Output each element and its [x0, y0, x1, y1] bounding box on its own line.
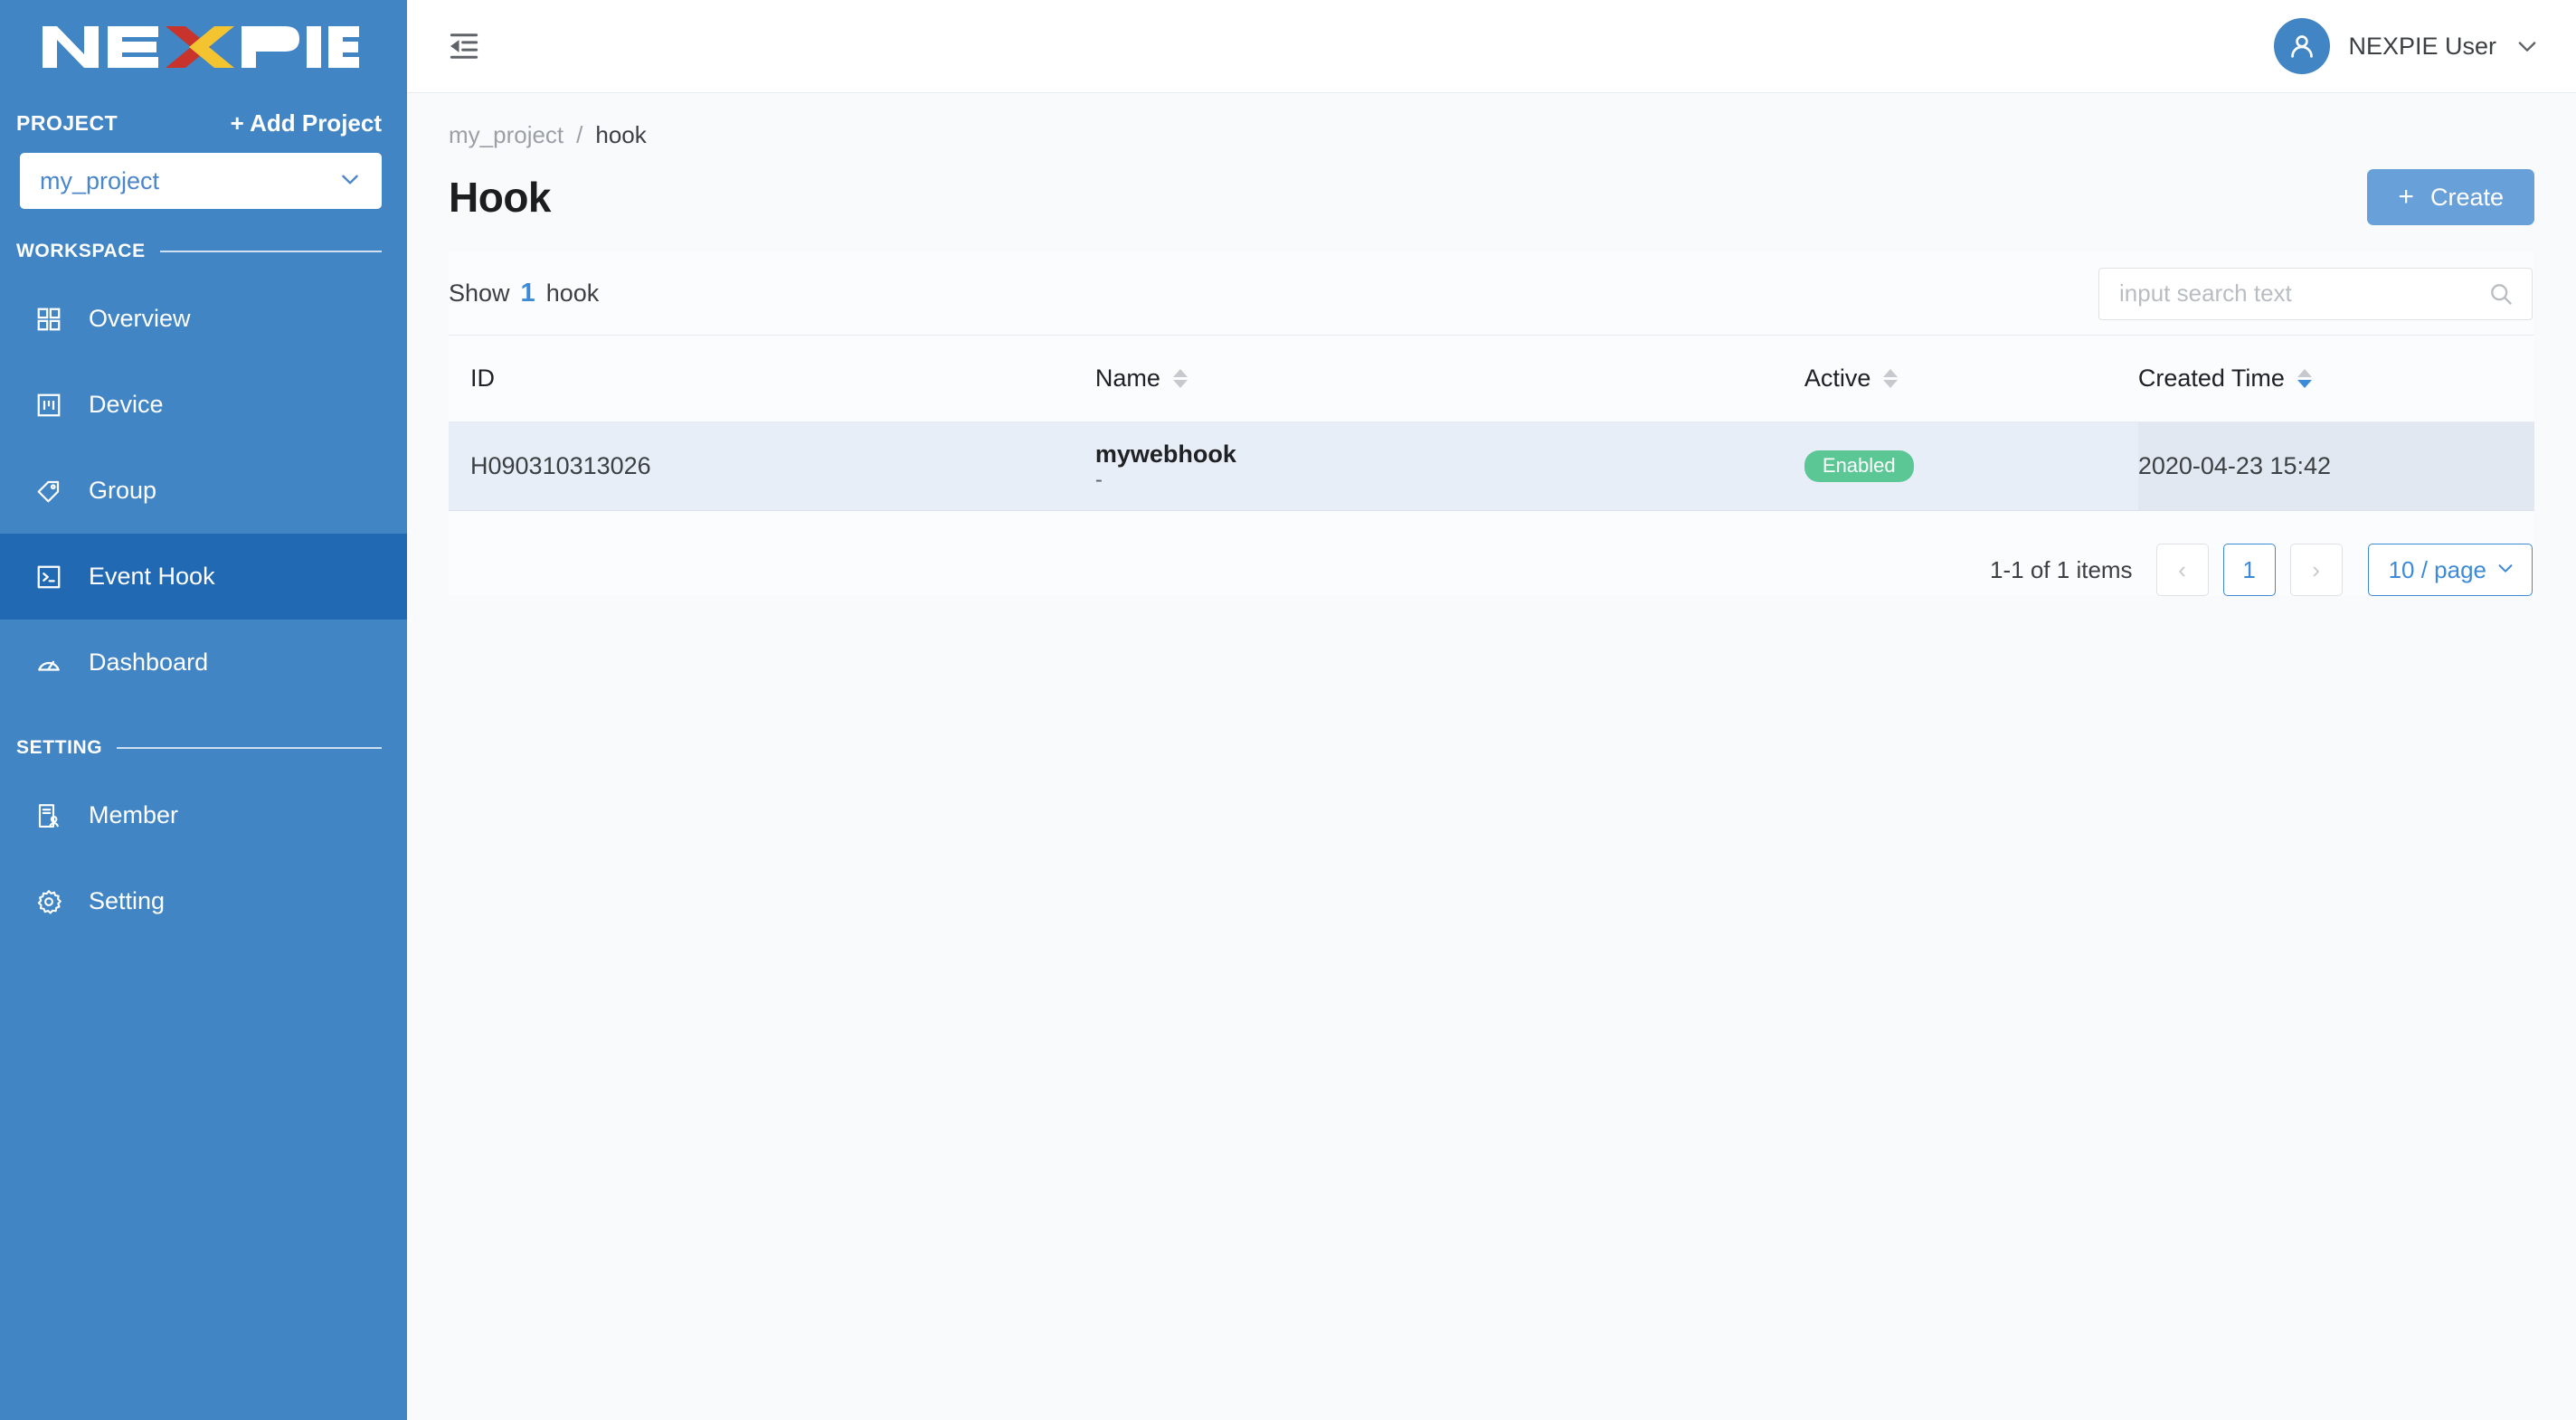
create-button-label: Create	[2429, 183, 2504, 211]
setting-nav: Member Setting	[0, 772, 407, 944]
column-header-active[interactable]: Active	[1804, 336, 2138, 422]
table-header-row: ID Name Active Created Time	[449, 336, 2534, 422]
sidebar-item-overview[interactable]: Overview	[0, 276, 407, 362]
project-header: PROJECT + Add Project	[0, 93, 407, 137]
section-title: SETTING	[16, 737, 103, 758]
table-toolbar: Show 1 hook	[449, 252, 2534, 336]
terminal-icon	[33, 561, 65, 593]
breadcrumb-separator: /	[576, 120, 583, 148]
pagination-prev-button[interactable]: ‹	[2155, 544, 2209, 596]
sort-icon[interactable]	[1172, 369, 1188, 388]
content-area: my_project / hook Hook + Create Show 1 h…	[407, 93, 2576, 596]
pagination-total: 1-1 of 1 items	[1990, 555, 2133, 583]
page-size-selector[interactable]: 10 / page	[2367, 544, 2533, 596]
cell-name: mywebhook -	[1094, 421, 1804, 511]
sort-icon-active[interactable]	[2297, 369, 2312, 388]
project-selector-value: my_project	[40, 166, 160, 194]
cell-created-time: 2020-04-23 15:42	[2137, 421, 2534, 511]
sidebar-item-device[interactable]: Device	[0, 362, 407, 448]
pagination: 1-1 of 1 items ‹ 1 › 10 / page	[449, 511, 2534, 596]
section-title: WORKSPACE	[16, 241, 146, 261]
hook-card: Show 1 hook input search text ID Name Ac…	[449, 252, 2534, 596]
pagination-page-1[interactable]: 1	[2222, 544, 2276, 596]
sort-icon[interactable]	[1883, 369, 1899, 388]
grid-icon	[33, 303, 65, 336]
column-label: Created Time	[2137, 364, 2285, 392]
gear-icon	[33, 885, 65, 918]
topbar: NEXPIE User	[407, 0, 2576, 93]
breadcrumb: my_project / hook	[449, 93, 2534, 156]
show-count-value: 1	[520, 279, 535, 308]
sidebar-item-label: Group	[89, 477, 157, 504]
user-menu[interactable]: NEXPIE User	[2274, 18, 2540, 74]
menu-fold-icon[interactable]	[449, 33, 479, 60]
cell-id: H090310313026	[449, 421, 1095, 511]
project-section-label: PROJECT	[16, 110, 118, 135]
avatar	[2274, 18, 2331, 74]
sidebar: PROJECT + Add Project my_project WORKSPA…	[0, 0, 407, 1420]
page-header: Hook + Create	[449, 162, 2534, 232]
workspace-nav: Overview Device Group Event Hook Dashboa…	[0, 276, 407, 705]
sidebar-item-event-hook[interactable]: Event Hook	[0, 534, 407, 620]
show-prefix-label: Show	[449, 279, 510, 307]
search-icon[interactable]	[2488, 281, 2514, 307]
nexpie-logo-icon	[43, 24, 359, 70]
hook-name: mywebhook	[1094, 440, 1236, 468]
search-input[interactable]	[2119, 279, 2479, 308]
project-selector[interactable]: my_project	[20, 153, 382, 209]
member-icon	[33, 800, 65, 832]
sidebar-item-group[interactable]: Group	[0, 448, 407, 534]
divider	[117, 747, 382, 749]
column-header-created-time[interactable]: Created Time	[2137, 336, 2534, 422]
sidebar-item-label: Setting	[89, 887, 166, 914]
column-header-id: ID	[449, 336, 1095, 422]
app-root: PROJECT + Add Project my_project WORKSPA…	[0, 0, 2576, 1420]
column-header-name[interactable]: Name	[1094, 336, 1804, 422]
device-icon	[33, 389, 65, 421]
sidebar-item-setting[interactable]: Setting	[0, 858, 407, 944]
table-head: ID Name Active Created Time	[449, 336, 2534, 422]
search-box[interactable]	[2098, 267, 2533, 320]
chevron-down-icon	[2514, 33, 2540, 59]
status-badge: Enabled	[1804, 450, 1914, 482]
plus-icon: +	[2398, 182, 2414, 212]
record-count-line: Show 1 hook	[449, 279, 599, 308]
create-button[interactable]: + Create	[2367, 169, 2534, 225]
page-title: Hook	[449, 174, 552, 221]
sidebar-item-member[interactable]: Member	[0, 772, 407, 858]
cell-active: Enabled	[1804, 421, 2138, 511]
chevron-down-icon	[2496, 556, 2515, 584]
sidebar-item-label: Event Hook	[89, 563, 215, 590]
sidebar-item-label: Member	[89, 801, 179, 828]
tag-icon	[33, 475, 65, 507]
add-project-button[interactable]: + Add Project	[231, 109, 382, 137]
divider	[159, 251, 382, 252]
brand-logo[interactable]	[0, 0, 407, 93]
column-label: Active	[1804, 364, 1871, 392]
section-header-setting: SETTING	[0, 733, 407, 763]
user-name-label: NEXPIE User	[2348, 32, 2496, 60]
show-suffix-label: hook	[545, 279, 600, 307]
table-body: H090310313026 mywebhook - Enabled 2020-0…	[449, 421, 2534, 511]
sidebar-item-label: Dashboard	[89, 648, 209, 676]
hook-description: -	[1094, 467, 1103, 492]
chevron-down-icon	[338, 167, 362, 195]
gauge-icon	[33, 647, 65, 679]
page-size-label: 10 / page	[2388, 555, 2486, 583]
pagination-next-button[interactable]: ›	[2289, 544, 2343, 596]
column-label: ID	[470, 364, 495, 392]
table-row[interactable]: H090310313026 mywebhook - Enabled 2020-0…	[449, 421, 2534, 511]
column-label: Name	[1094, 364, 1160, 392]
section-header-workspace: WORKSPACE	[0, 236, 407, 267]
sidebar-item-dashboard[interactable]: Dashboard	[0, 620, 407, 705]
breadcrumb-current: hook	[595, 120, 647, 148]
sidebar-item-label: Device	[89, 391, 164, 418]
hook-table: ID Name Active Created Time H09031031302…	[449, 336, 2534, 511]
main-area: NEXPIE User my_project / hook Hook + Cre…	[407, 0, 2576, 1420]
breadcrumb-root[interactable]: my_project	[449, 121, 564, 149]
sidebar-item-label: Overview	[89, 305, 191, 332]
